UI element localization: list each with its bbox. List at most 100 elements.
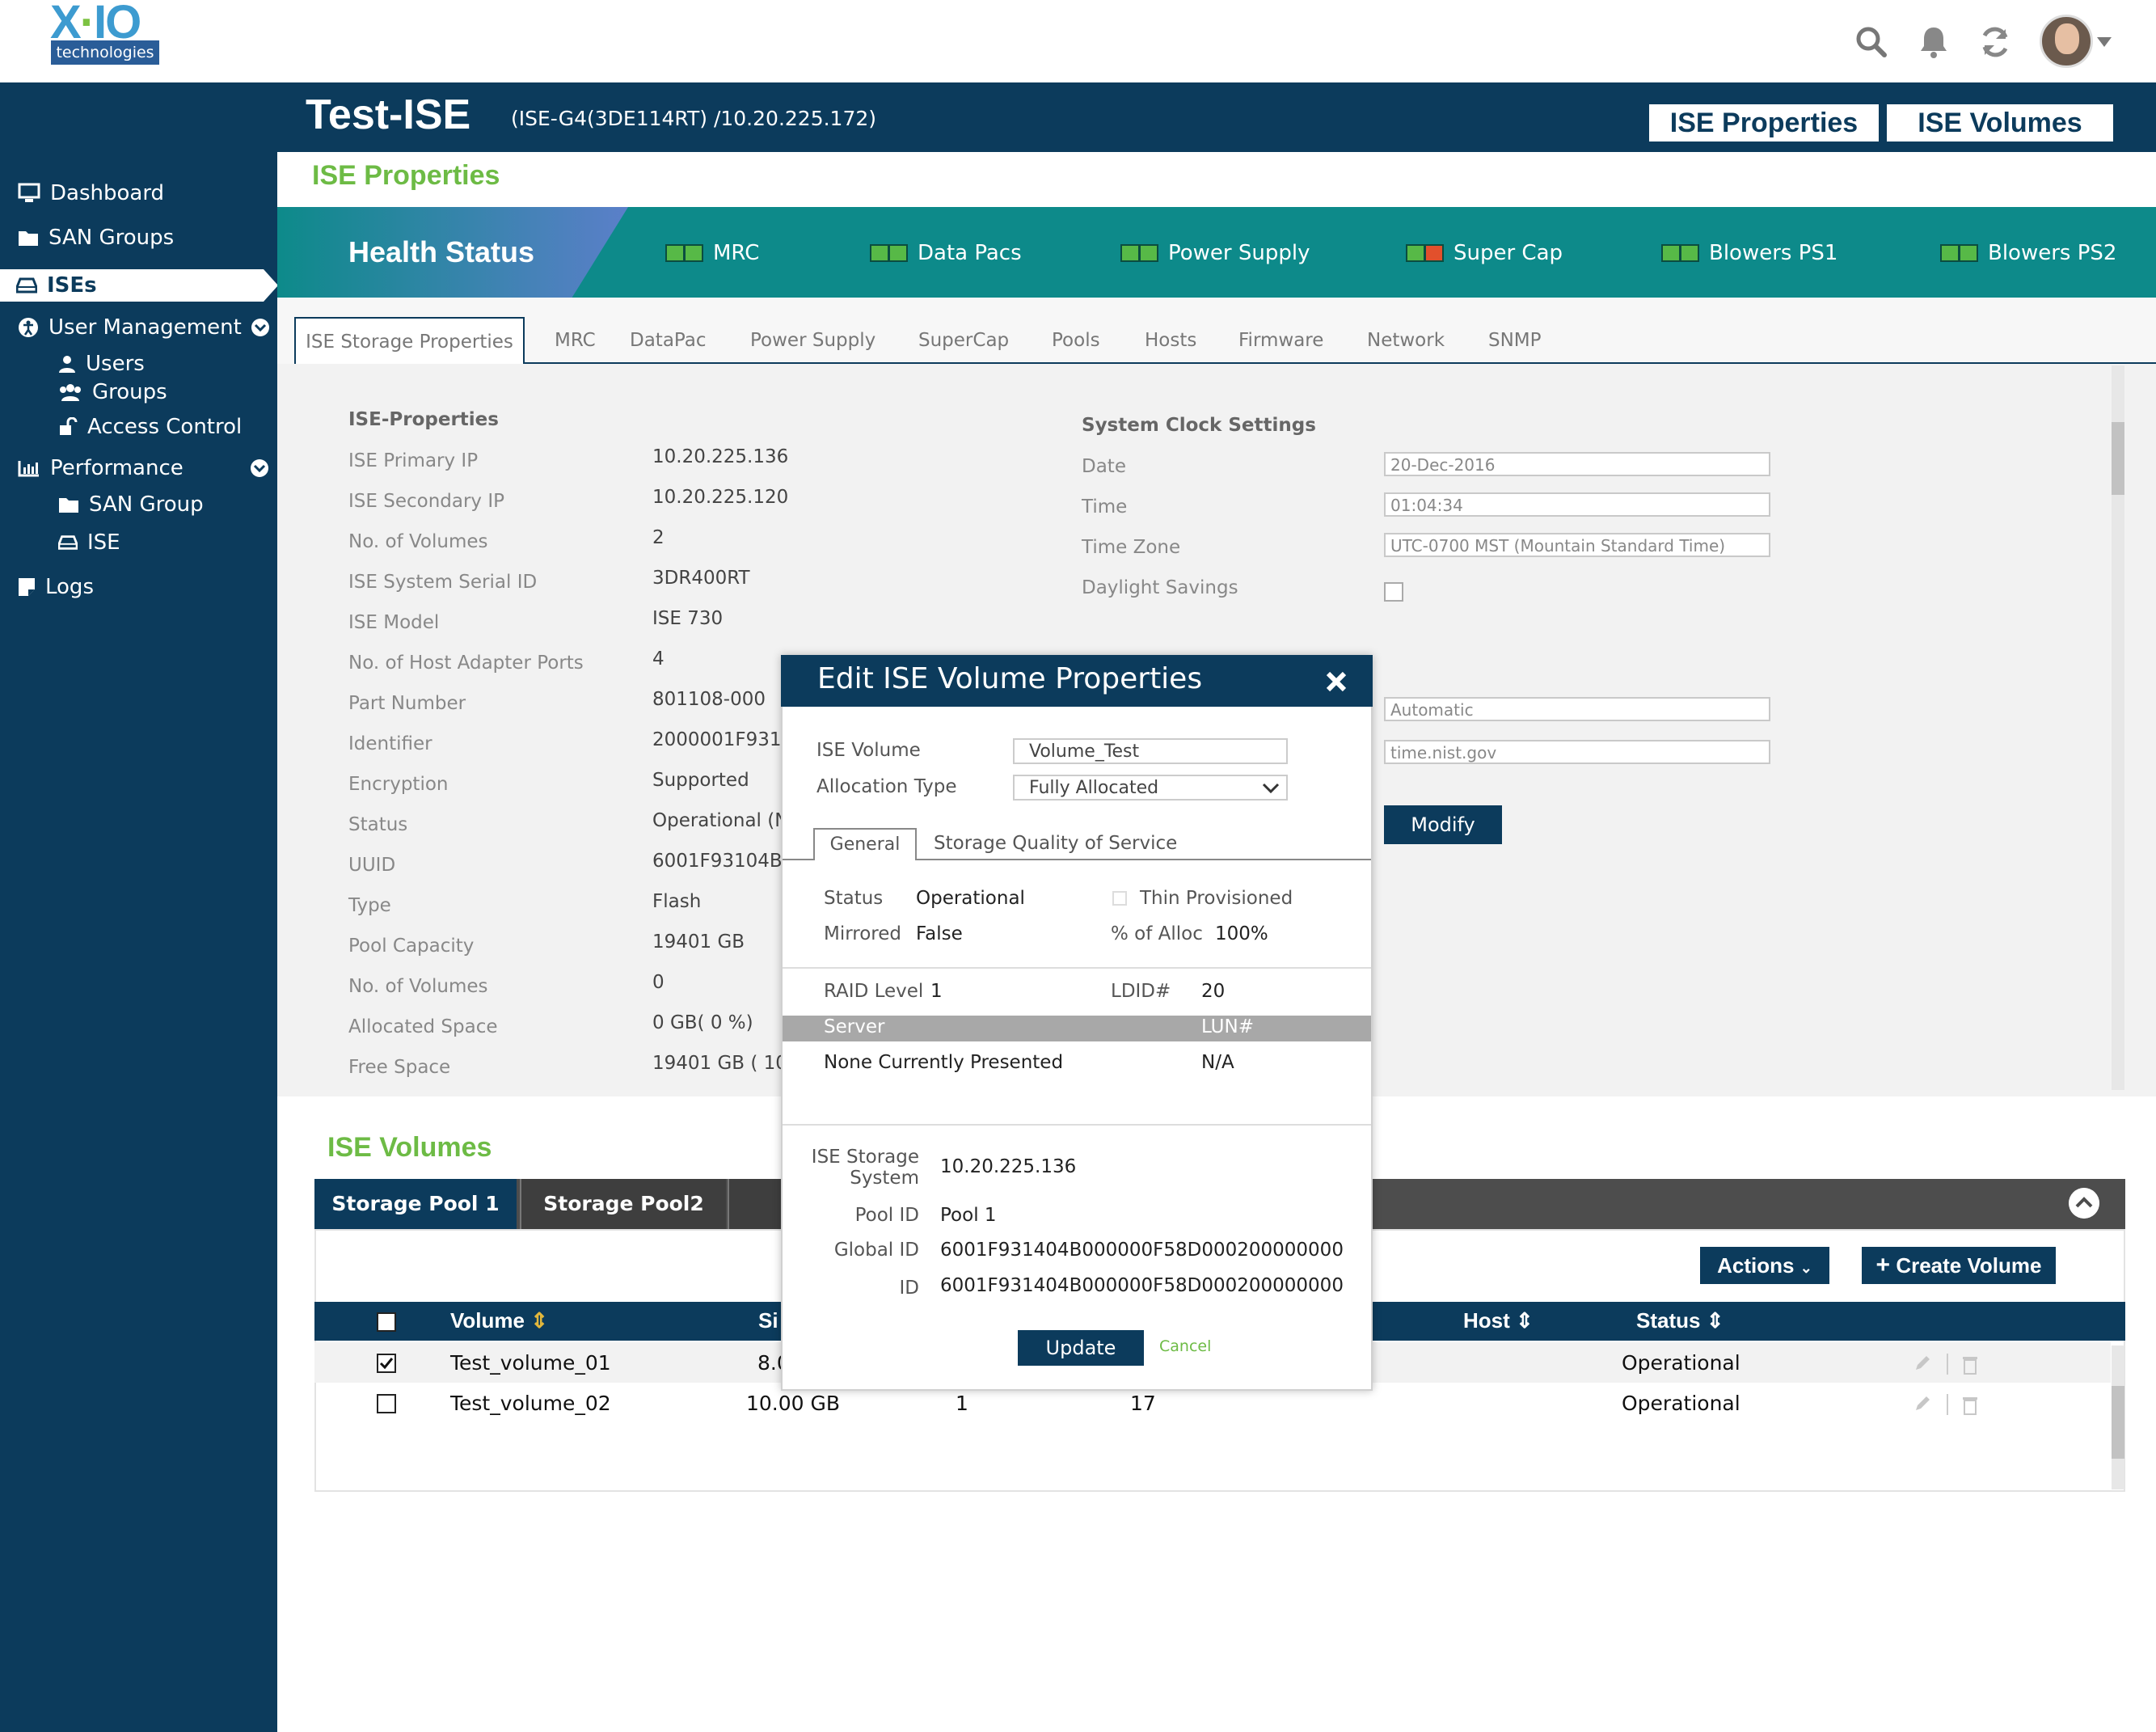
folder-icon (19, 231, 38, 246)
chevron-down-icon[interactable] (2097, 37, 2112, 47)
bell-icon[interactable] (1915, 23, 1952, 61)
prop-label: Encryption (348, 774, 449, 795)
sidebar-item-san-group[interactable]: SAN Group (58, 492, 204, 517)
user-avatar[interactable] (2040, 15, 2093, 68)
tab-ise-storage-properties[interactable]: ISE Storage Properties (294, 317, 525, 364)
column-volume[interactable]: Volume ⇕ (450, 1308, 548, 1333)
sidebar-item-access-control[interactable]: Access Control (58, 415, 242, 439)
section-title-volumes: ISE Volumes (327, 1132, 492, 1163)
update-button[interactable]: Update (1018, 1330, 1144, 1366)
properties-heading: ISE-Properties (348, 409, 499, 430)
volumes-scrollbar[interactable] (2112, 1345, 2124, 1489)
delete-icon[interactable] (1960, 1394, 1980, 1415)
actions-button[interactable]: Actions ⌄ (1700, 1247, 1829, 1284)
health-item-data-pacs: Data Pacs (870, 241, 1022, 265)
global-id-value: 6001F931404B000000F58D000200000000 (940, 1240, 1344, 1261)
folder-icon (59, 498, 78, 513)
volume-name[interactable]: Test_volume_01 (450, 1351, 611, 1375)
prop-value: 2000001F931( (652, 729, 789, 750)
chevron-down-circle-icon[interactable] (251, 459, 268, 477)
column-host[interactable]: Host ⇕ (1463, 1308, 1534, 1333)
edit-icon[interactable] (1913, 1394, 1932, 1415)
row-checkbox[interactable] (377, 1354, 396, 1373)
volume-name-input[interactable]: Volume_Test (1013, 738, 1288, 764)
thin-provisioned-checkbox[interactable] (1112, 891, 1127, 906)
divider (1947, 1354, 1948, 1375)
prop-value: 19401 GB ( 10 (652, 1053, 787, 1074)
ntp-server-field[interactable]: time.nist.gov (1384, 740, 1770, 764)
sidebar-item-users[interactable]: Users (58, 352, 145, 376)
close-icon[interactable] (1323, 669, 1349, 695)
plus-icon: + (1875, 1252, 1891, 1278)
id-label: ID (899, 1278, 920, 1299)
timezone-field[interactable]: UTC-0700 MST (Mountain Standard Time) (1384, 533, 1770, 557)
tab-network[interactable]: Network (1367, 330, 1445, 351)
sidebar-item-user-management[interactable]: User Management (18, 315, 269, 340)
volume-name[interactable]: Test_volume_02 (450, 1392, 611, 1415)
pool-id-value: Pool 1 (940, 1205, 997, 1226)
tab-mrc[interactable]: MRC (555, 330, 596, 351)
label-line: System (850, 1168, 919, 1189)
brand-logo: X·IO technologies (49, 0, 163, 66)
sidebar-item-dashboard[interactable]: Dashboard (18, 181, 164, 205)
tab-firmware[interactable]: Firmware (1238, 330, 1323, 351)
global-id-label: Global ID (833, 1240, 919, 1261)
cancel-link[interactable]: Cancel (1159, 1337, 1211, 1355)
tab-general[interactable]: General (813, 828, 917, 860)
collapse-icon[interactable] (2069, 1188, 2099, 1219)
tab-storage-pool-1[interactable]: Storage Pool 1 (314, 1179, 517, 1229)
column-status[interactable]: Status ⇕ (1636, 1308, 1724, 1333)
date-label: Date (1082, 456, 1126, 477)
page-subtitle: (ISE-G4(3DE114RT) /10.20.225.172) (511, 107, 877, 130)
sidebar-item-logs[interactable]: Logs (18, 575, 94, 599)
refresh-icon[interactable] (1977, 23, 2014, 61)
modify-button[interactable]: Modify (1384, 805, 1502, 844)
label-line: ISE Storage (811, 1147, 919, 1168)
date-field[interactable]: 20-Dec-2016 (1384, 452, 1770, 476)
health-item-label: Super Cap (1454, 241, 1563, 265)
lun-value: N/A (1201, 1052, 1234, 1073)
ise-volumes-button[interactable]: ISE Volumes (1887, 104, 2113, 142)
properties-scrollbar[interactable] (2112, 365, 2124, 1090)
sidebar-item-san-groups[interactable]: SAN Groups (18, 226, 174, 250)
scrollbar-thumb[interactable] (2112, 1386, 2124, 1459)
tab-datapac[interactable]: DataPac (630, 330, 707, 351)
ntp-mode-field[interactable]: Automatic (1384, 697, 1770, 721)
tab-storage-pool-2[interactable]: Storage Pool2 (520, 1179, 726, 1229)
time-field[interactable]: 01:04:34 (1384, 492, 1770, 517)
sidebar-item-groups[interactable]: Groups (58, 380, 167, 404)
status-led (1661, 244, 1699, 262)
select-all-checkbox[interactable] (377, 1312, 396, 1332)
ise-properties-button[interactable]: ISE Properties (1649, 104, 1879, 142)
edit-icon[interactable] (1913, 1354, 1932, 1375)
row-checkbox[interactable] (377, 1394, 396, 1413)
mirrored-value: False (916, 923, 963, 944)
sidebar-item-performance[interactable]: Performance (18, 456, 268, 480)
tab-storage-qos[interactable]: Storage Quality of Service (934, 833, 1177, 854)
daylight-savings-checkbox[interactable] (1384, 582, 1403, 602)
prop-label: Identifier (348, 733, 432, 754)
tab-power-supply[interactable]: Power Supply (750, 330, 875, 351)
search-icon[interactable] (1852, 23, 1889, 61)
sidebar-item-ise[interactable]: ISE (58, 530, 120, 555)
create-volume-button[interactable]: + Create Volume (1862, 1247, 2056, 1284)
sidebar-item-label: Users (86, 352, 145, 376)
tab-snmp[interactable]: SNMP (1488, 330, 1542, 351)
tab-hosts[interactable]: Hosts (1145, 330, 1196, 351)
delete-icon[interactable] (1960, 1354, 1980, 1375)
tab-supercap[interactable]: SuperCap (918, 330, 1009, 351)
alloc-percent-label: % of Alloc (1111, 923, 1203, 944)
tab-storage-pool-more[interactable] (728, 1179, 781, 1229)
column-size[interactable]: Si (758, 1308, 778, 1333)
prop-value: Operational (N (652, 810, 789, 831)
dialog-title: Edit ISE Volume Properties (817, 662, 1203, 695)
scrollbar-thumb[interactable] (2112, 422, 2124, 495)
sidebar-item-label: SAN Groups (49, 226, 175, 250)
tab-pools[interactable]: Pools (1052, 330, 1100, 351)
status-led (665, 244, 703, 262)
status-led (1940, 244, 1978, 262)
chevron-down-circle-icon[interactable] (251, 319, 269, 336)
sort-icon: ⇕ (524, 1308, 548, 1333)
allocation-type-select[interactable]: Fully Allocated (1013, 775, 1288, 801)
sidebar-item-ises[interactable]: ISEs (0, 269, 278, 302)
